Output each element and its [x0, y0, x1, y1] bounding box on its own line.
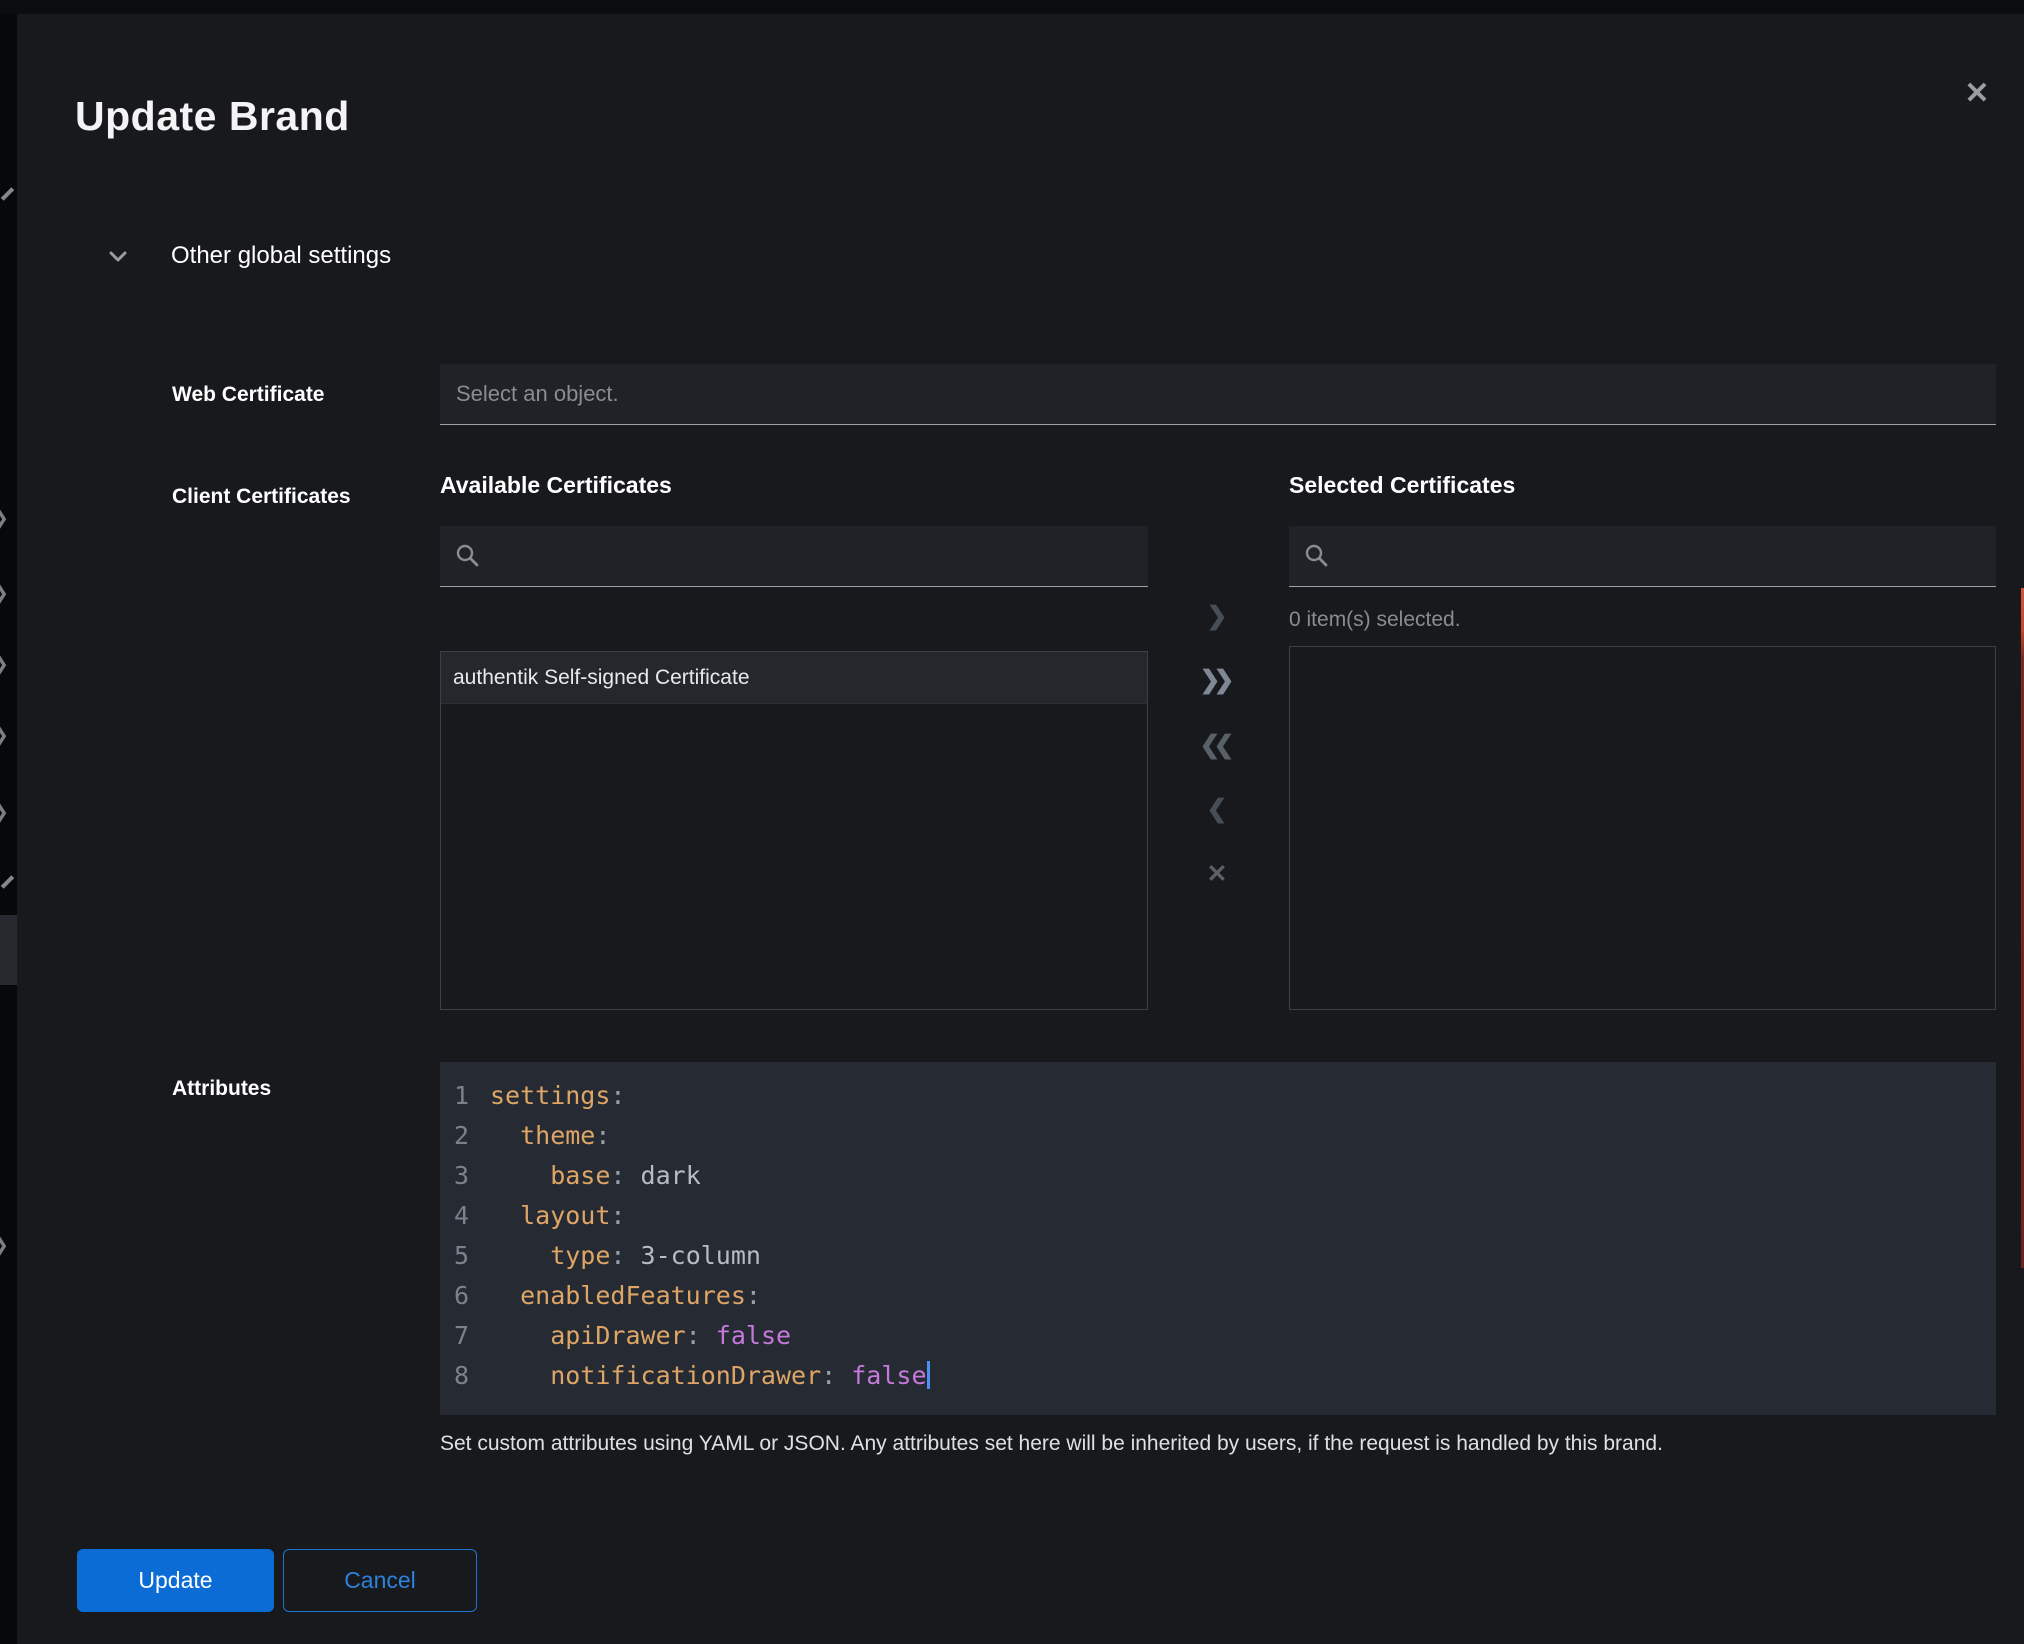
page-title: Update Brand: [75, 93, 350, 140]
update-button[interactable]: Update: [77, 1549, 274, 1612]
selected-search-field: [1289, 526, 1996, 587]
background-sidebar-strip: ❯ ❯ ❯ ❯ ❯ ❯: [0, 0, 17, 1644]
line-number: 2: [440, 1116, 474, 1156]
code-line: 8 notificationDrawer: false: [440, 1356, 1996, 1396]
update-brand-modal: Update Brand ✕ Other global settings Web…: [17, 14, 2024, 1644]
line-number: 5: [440, 1236, 474, 1276]
code-line: 1settings:: [440, 1076, 1996, 1116]
code-line: 7 apiDrawer: false: [440, 1316, 1996, 1356]
screen: ❯ ❯ ❯ ❯ ❯ ❯ Update Brand ✕ Other global …: [0, 0, 2024, 1644]
line-number: 8: [440, 1356, 474, 1396]
search-icon: [1304, 543, 1330, 569]
selected-search-input[interactable]: [1289, 526, 1996, 586]
selected-count-status: 0 item(s) selected.: [1289, 608, 1461, 632]
section-toggle-other-global-settings[interactable]: Other global settings: [105, 242, 391, 270]
client-certificates-label: Client Certificates: [172, 485, 351, 509]
code-line: 5 type: 3-column: [440, 1236, 1996, 1276]
cancel-button[interactable]: Cancel: [283, 1549, 477, 1612]
certificate-list-item[interactable]: authentik Self-signed Certificate: [441, 652, 1147, 704]
checkmark-icon: [1, 187, 14, 200]
line-number: 3: [440, 1156, 474, 1196]
sidebar-active-item-fragment: [0, 915, 17, 985]
chevron-left-icon: ❮: [1207, 795, 1228, 823]
chevron-right-icon: ❯: [0, 726, 9, 745]
available-search-input[interactable]: [440, 526, 1148, 586]
search-icon: [455, 543, 481, 569]
double-chevron-right-icon: ❯❯: [1200, 658, 1235, 702]
add-selected-button[interactable]: ❯: [1193, 594, 1241, 638]
close-button[interactable]: ✕: [1955, 72, 1999, 116]
line-number: 1: [440, 1076, 474, 1116]
double-chevron-left-icon: ❮❮: [1200, 723, 1235, 767]
attributes-label: Attributes: [172, 1077, 271, 1101]
code-line: 2 theme:: [440, 1116, 1996, 1156]
selected-certificates-heading: Selected Certificates: [1289, 472, 1515, 499]
background-top-strip: [0, 0, 2024, 14]
remove-selected-button[interactable]: ❮: [1193, 787, 1241, 831]
available-certificates-heading: Available Certificates: [440, 472, 672, 499]
attributes-code-editor[interactable]: 1settings:2 theme:3 base: dark4 layout:5…: [440, 1062, 1996, 1415]
available-certificates-list: authentik Self-signed Certificate: [440, 651, 1148, 1010]
x-icon: ✕: [1207, 860, 1228, 888]
code-line: 3 base: dark: [440, 1156, 1996, 1196]
code-line: 4 layout:: [440, 1196, 1996, 1236]
chevron-right-icon: ❯: [1207, 602, 1228, 630]
line-number: 6: [440, 1276, 474, 1316]
text-cursor: [927, 1361, 930, 1389]
chevron-right-icon: ❯: [0, 803, 9, 822]
selected-certificates-list: [1289, 646, 1996, 1010]
chevron-down-icon: [105, 243, 131, 269]
chevron-right-icon: ❯: [0, 655, 9, 674]
web-certificate-label: Web Certificate: [172, 383, 325, 407]
chevron-right-icon: ❯: [0, 584, 9, 603]
code-line: 6 enabledFeatures:: [440, 1276, 1996, 1316]
checkmark-icon: [1, 875, 14, 888]
web-certificate-input[interactable]: [440, 364, 1996, 425]
close-icon: ✕: [1964, 77, 1989, 110]
remove-all-button[interactable]: ❮❮: [1193, 723, 1241, 767]
chevron-right-icon: ❯: [0, 509, 9, 528]
line-number: 7: [440, 1316, 474, 1356]
add-all-button[interactable]: ❯❯: [1193, 658, 1241, 702]
section-label: Other global settings: [171, 242, 391, 270]
delete-all-button[interactable]: ✕: [1193, 852, 1241, 896]
available-search-field: [440, 526, 1148, 587]
chevron-right-icon: ❯: [0, 1236, 9, 1255]
attributes-help-text: Set custom attributes using YAML or JSON…: [440, 1432, 1996, 1456]
line-number: 4: [440, 1196, 474, 1236]
